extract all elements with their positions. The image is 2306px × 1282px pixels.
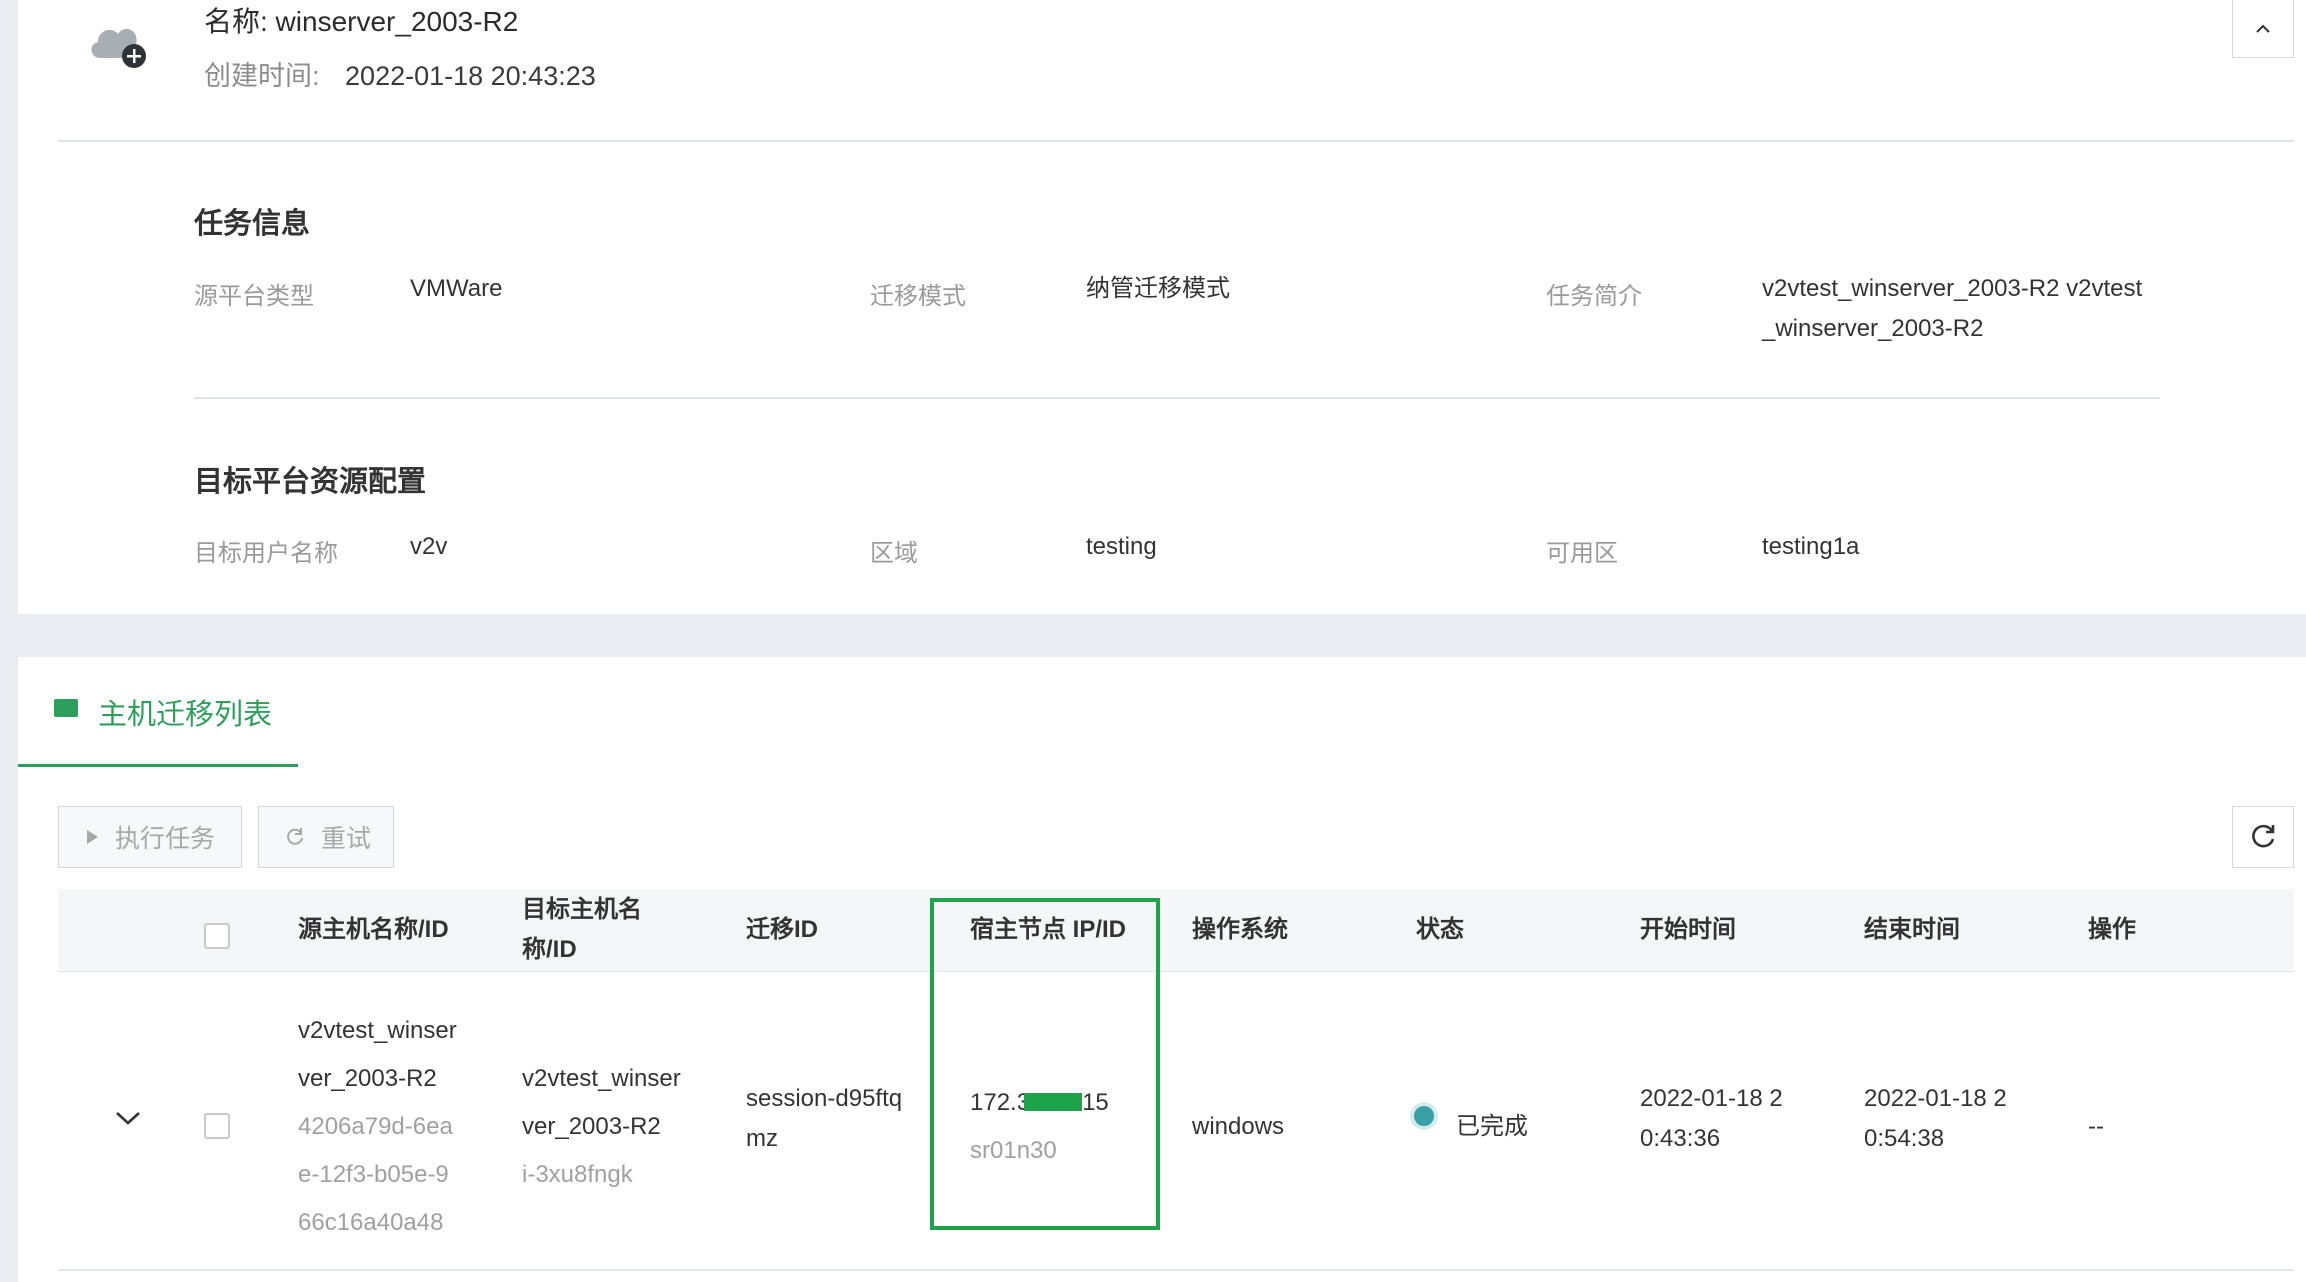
status-value: 已完成 (1456, 1113, 1528, 1140)
column-migration-id[interactable]: 迁移ID (746, 910, 818, 950)
column-start-time[interactable]: 开始时间 (1640, 910, 1736, 950)
end-time-line2: 0:54:38 (1864, 1125, 1945, 1152)
host-migration-list-panel: 主机迁移列表 执行任务 重试 源主机名称/ID 目标主机名 称/ID 迁移ID … (18, 657, 2306, 1282)
source-host-id-line3: 66c16a40a48 (298, 1209, 444, 1236)
target-user-value: v2v (410, 533, 448, 560)
refresh-icon (2252, 824, 2275, 848)
target-host-name-line2: ver_2003-R2 (522, 1113, 661, 1140)
collapse-button[interactable] (2232, 0, 2294, 58)
migration-id-line2: mz (746, 1125, 778, 1152)
divider (194, 397, 2160, 399)
play-icon (85, 829, 99, 845)
column-os[interactable]: 操作系统 (1192, 910, 1288, 950)
task-info-title: 任务信息 (194, 208, 311, 240)
row-checkbox[interactable] (204, 1113, 230, 1139)
tab-label: 主机迁移列表 (98, 699, 273, 731)
actions-value: -- (2088, 1113, 2104, 1140)
source-host-id-line2: e-12f3-b05e-9 (298, 1161, 449, 1188)
monitor-icon (54, 699, 78, 717)
column-end-time[interactable]: 结束时间 (1864, 910, 1960, 950)
source-platform-value: VMWare (410, 275, 503, 302)
execute-task-button[interactable]: 执行任务 (58, 806, 242, 868)
end-time-line1: 2022-01-18 2 (1864, 1085, 2007, 1112)
os-value: windows (1192, 1113, 1285, 1140)
migration-mode-value: 纳管迁移模式 (1086, 275, 1230, 302)
source-host-id-line1: 4206a79d-6ea (298, 1113, 453, 1140)
column-target-host-line1[interactable]: 目标主机名 (522, 890, 642, 930)
tab-host-migration-list[interactable]: 主机迁移列表 (18, 657, 298, 767)
cloud-add-icon (91, 29, 146, 68)
chevron-up-icon (2256, 24, 2270, 33)
zone-label: 可用区 (1546, 540, 1618, 567)
source-host-name-line1: v2vtest_winser (298, 1017, 457, 1044)
column-source-host[interactable]: 源主机名称/ID (298, 910, 449, 950)
zone-value: testing1a (1762, 533, 1860, 560)
source-platform-label: 源平台类型 (194, 283, 314, 310)
highlight-box (930, 898, 1160, 1230)
region-label: 区域 (870, 540, 918, 567)
execute-task-label: 执行任务 (115, 825, 216, 853)
created-time-label: 创建时间: (204, 61, 320, 91)
task-detail-panel: 名称: winserver_2003-R2 创建时间: 2022-01-18 2… (18, 0, 2306, 614)
target-user-label: 目标用户名称 (194, 540, 338, 567)
start-time-line1: 2022-01-18 2 (1640, 1085, 1783, 1112)
migration-mode-label: 迁移模式 (870, 283, 966, 310)
description-value-line2: _winserver_2003-R2 (1762, 315, 1984, 342)
task-name: 名称: winserver_2003-R2 (204, 6, 519, 37)
divider (58, 140, 2294, 142)
chevron-down-icon[interactable] (114, 1109, 142, 1127)
retry-icon (285, 827, 305, 847)
source-host-name-line2: ver_2003-R2 (298, 1065, 437, 1092)
created-time-value: 2022-01-18 20:43:23 (345, 61, 596, 91)
column-target-host-line2[interactable]: 称/ID (522, 930, 577, 970)
row-divider (58, 1269, 2294, 1271)
target-host-id[interactable]: i-3xu8fngk (522, 1151, 633, 1199)
description-value-line1: v2vtest_winserver_2003-R2 v2vtest (1762, 275, 2143, 302)
refresh-button[interactable] (2232, 806, 2294, 868)
region-value: testing (1086, 533, 1157, 560)
created-time-row: 创建时间: 2022-01-18 20:43:23 (204, 54, 596, 93)
start-time-line2: 0:43:36 (1640, 1125, 1721, 1152)
target-config-title: 目标平台资源配置 (194, 466, 427, 498)
migration-id-line1: session-d95ftq (746, 1085, 903, 1112)
retry-label: 重试 (321, 825, 372, 853)
retry-button[interactable]: 重试 (258, 806, 394, 868)
description-label: 任务简介 (1546, 283, 1642, 310)
target-host-name-line1: v2vtest_winser (522, 1065, 681, 1092)
column-status[interactable]: 状态 (1416, 910, 1464, 950)
select-all-checkbox[interactable] (204, 923, 230, 949)
status-dot-icon (1414, 1106, 1434, 1126)
column-actions: 操作 (2088, 916, 2136, 943)
